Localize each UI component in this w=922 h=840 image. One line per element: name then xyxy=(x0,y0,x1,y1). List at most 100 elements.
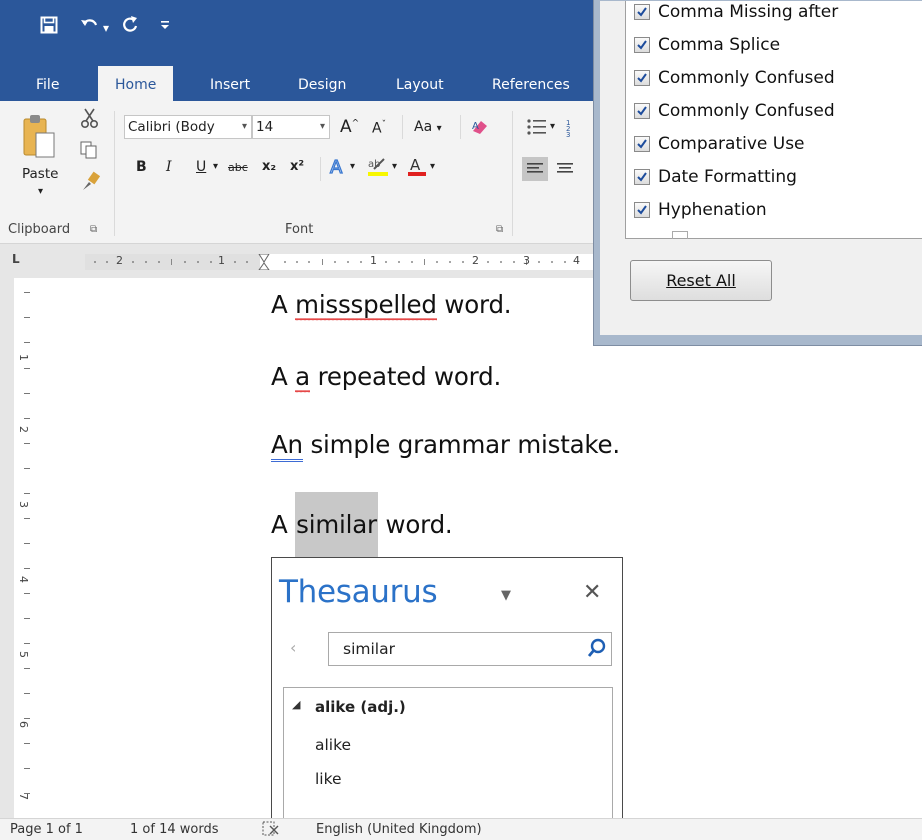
underline-button[interactable]: U xyxy=(196,159,206,175)
synonym-item[interactable]: alike xyxy=(315,736,351,754)
group-separator xyxy=(460,115,461,139)
superscript-button[interactable]: x² xyxy=(290,159,304,174)
cut-icon[interactable] xyxy=(80,107,100,133)
bullets-icon[interactable] xyxy=(526,117,548,141)
font-name-combo[interactable]: Calibri (Body ▾ xyxy=(124,115,252,139)
align-center-icon[interactable] xyxy=(552,157,578,185)
svg-text:A: A xyxy=(410,156,421,174)
shrink-font-button[interactable]: Aˇ xyxy=(372,120,386,137)
partial-checkbox xyxy=(672,231,688,239)
change-case-button[interactable]: Aa ▾ xyxy=(414,119,442,135)
checkbox-checked-icon[interactable] xyxy=(634,4,650,20)
tab-references[interactable]: References xyxy=(492,68,570,101)
ruler-number: 1 xyxy=(218,254,225,267)
checkbox-checked-icon[interactable] xyxy=(634,70,650,86)
rule-item[interactable]: Comma Splice xyxy=(634,34,780,56)
repeated-word-error[interactable]: a xyxy=(295,362,310,393)
grammar-settings-dialog: Comma Missing after Comma Splice Commonl… xyxy=(593,0,922,346)
font-name-value: Calibri (Body xyxy=(128,119,215,135)
paste-button[interactable]: Paste xyxy=(22,166,58,182)
bold-button[interactable]: B xyxy=(136,159,147,175)
strikethrough-button[interactable]: abc xyxy=(228,161,248,174)
grow-font-button[interactable]: A^ xyxy=(340,117,359,137)
subscript-button[interactable]: x₂ xyxy=(262,159,276,174)
font-group-label: Font xyxy=(285,222,314,237)
checkbox-checked-icon[interactable] xyxy=(634,169,650,185)
highlight-dropdown-icon[interactable]: ▾ xyxy=(392,161,397,172)
rule-label: Comma Splice xyxy=(658,35,781,55)
checkbox-checked-icon[interactable] xyxy=(634,136,650,152)
clipboard-launcher-icon[interactable]: ⧉ xyxy=(90,224,97,235)
text-run: repeated word. xyxy=(309,362,502,391)
rule-item[interactable]: Date Formatting xyxy=(634,166,797,188)
checkbox-checked-icon[interactable] xyxy=(634,37,650,53)
text-effects-dropdown-icon[interactable]: ▾ xyxy=(350,161,355,172)
ruler-number: 4 xyxy=(573,254,580,267)
format-painter-icon[interactable] xyxy=(80,171,101,197)
checkbox-checked-icon[interactable] xyxy=(634,103,650,119)
tab-file[interactable]: File xyxy=(36,68,59,101)
back-icon[interactable]: ‹ xyxy=(290,638,296,657)
language-indicator[interactable]: English (United Kingdom) xyxy=(316,822,482,837)
bullets-dropdown-icon[interactable]: ▾ xyxy=(550,121,555,132)
clear-formatting-icon[interactable]: A xyxy=(470,117,490,141)
chevron-down-icon[interactable]: ▾ xyxy=(320,116,325,138)
result-group-header[interactable]: alike (adj.) xyxy=(315,698,406,716)
thesaurus-results: ◢ alike (adj.) alike like xyxy=(283,687,613,827)
tab-layout[interactable]: Layout xyxy=(396,68,444,101)
reset-all-button[interactable]: Reset All xyxy=(630,260,772,301)
checkbox-checked-icon[interactable] xyxy=(634,202,650,218)
rule-item[interactable]: Comparative Use xyxy=(634,133,805,155)
document-line-3[interactable]: An simple grammar mistake. xyxy=(271,430,621,462)
redo-icon[interactable] xyxy=(121,16,139,40)
pane-options-icon[interactable]: ▼ xyxy=(501,588,511,603)
collapse-triangle-icon[interactable]: ◢ xyxy=(292,698,300,711)
tab-design[interactable]: Design xyxy=(298,68,346,101)
save-icon[interactable] xyxy=(40,16,58,40)
copy-icon[interactable] xyxy=(80,141,98,163)
undo-dropdown-icon[interactable]: ▾ xyxy=(103,16,109,40)
thesaurus-search-input[interactable] xyxy=(329,633,569,665)
paste-icon[interactable] xyxy=(22,113,56,163)
document-line-2[interactable]: A a repeated word. xyxy=(271,362,502,393)
spelling-error-word[interactable]: missspelled xyxy=(295,290,437,321)
text-effects-icon[interactable]: A xyxy=(328,155,350,181)
font-launcher-icon[interactable]: ⧉ xyxy=(496,224,503,235)
reset-all-label: Reset All xyxy=(666,271,736,290)
numbering-icon[interactable]: 123 xyxy=(566,117,586,141)
customize-qat-icon[interactable] xyxy=(160,16,170,40)
selected-word[interactable]: similar xyxy=(295,492,378,558)
italic-button[interactable]: I xyxy=(166,159,172,175)
grammar-rules-list: Comma Missing after Comma Splice Commonl… xyxy=(625,1,922,239)
undo-icon[interactable] xyxy=(80,16,100,40)
svg-text:A: A xyxy=(330,157,343,177)
underline-dropdown-icon[interactable]: ▾ xyxy=(213,161,218,172)
proofing-icon[interactable] xyxy=(262,821,280,840)
rule-item[interactable]: Hyphenation xyxy=(634,199,767,221)
align-left-icon[interactable] xyxy=(522,157,548,181)
text-run: simple grammar mistake. xyxy=(302,430,621,459)
ruler-number: 2 xyxy=(116,254,123,267)
rule-item[interactable]: Commonly Confused xyxy=(634,100,835,122)
document-line-1[interactable]: A missspelled word. xyxy=(271,290,512,321)
highlight-icon[interactable]: ab xyxy=(366,155,390,181)
tab-insert[interactable]: Insert xyxy=(210,68,250,101)
rule-item[interactable]: Comma Missing after xyxy=(634,1,838,23)
font-color-dropdown-icon[interactable]: ▾ xyxy=(430,161,435,172)
font-color-icon[interactable]: A xyxy=(406,155,428,181)
rule-label: Date Formatting xyxy=(658,167,797,187)
grammar-error-word[interactable]: An xyxy=(271,430,303,462)
paste-dropdown-icon[interactable]: ▾ xyxy=(38,186,43,197)
thesaurus-pane: Thesaurus ▼ ✕ ‹ ◢ alike (adj.) alike lik… xyxy=(271,557,623,827)
rule-item[interactable]: Commonly Confused xyxy=(634,67,835,89)
chevron-down-icon[interactable]: ▾ xyxy=(242,116,247,138)
font-size-combo[interactable]: 14 ▾ xyxy=(252,115,330,139)
page-count[interactable]: Page 1 of 1 xyxy=(10,822,83,837)
document-line-4[interactable]: A similar word. xyxy=(271,492,453,558)
tab-selector[interactable]: L xyxy=(12,252,20,266)
tab-home[interactable]: Home xyxy=(98,66,174,101)
search-icon[interactable] xyxy=(587,638,607,662)
close-icon[interactable]: ✕ xyxy=(583,580,601,605)
synonym-item[interactable]: like xyxy=(315,770,342,788)
word-count[interactable]: 1 of 14 words xyxy=(130,822,218,837)
